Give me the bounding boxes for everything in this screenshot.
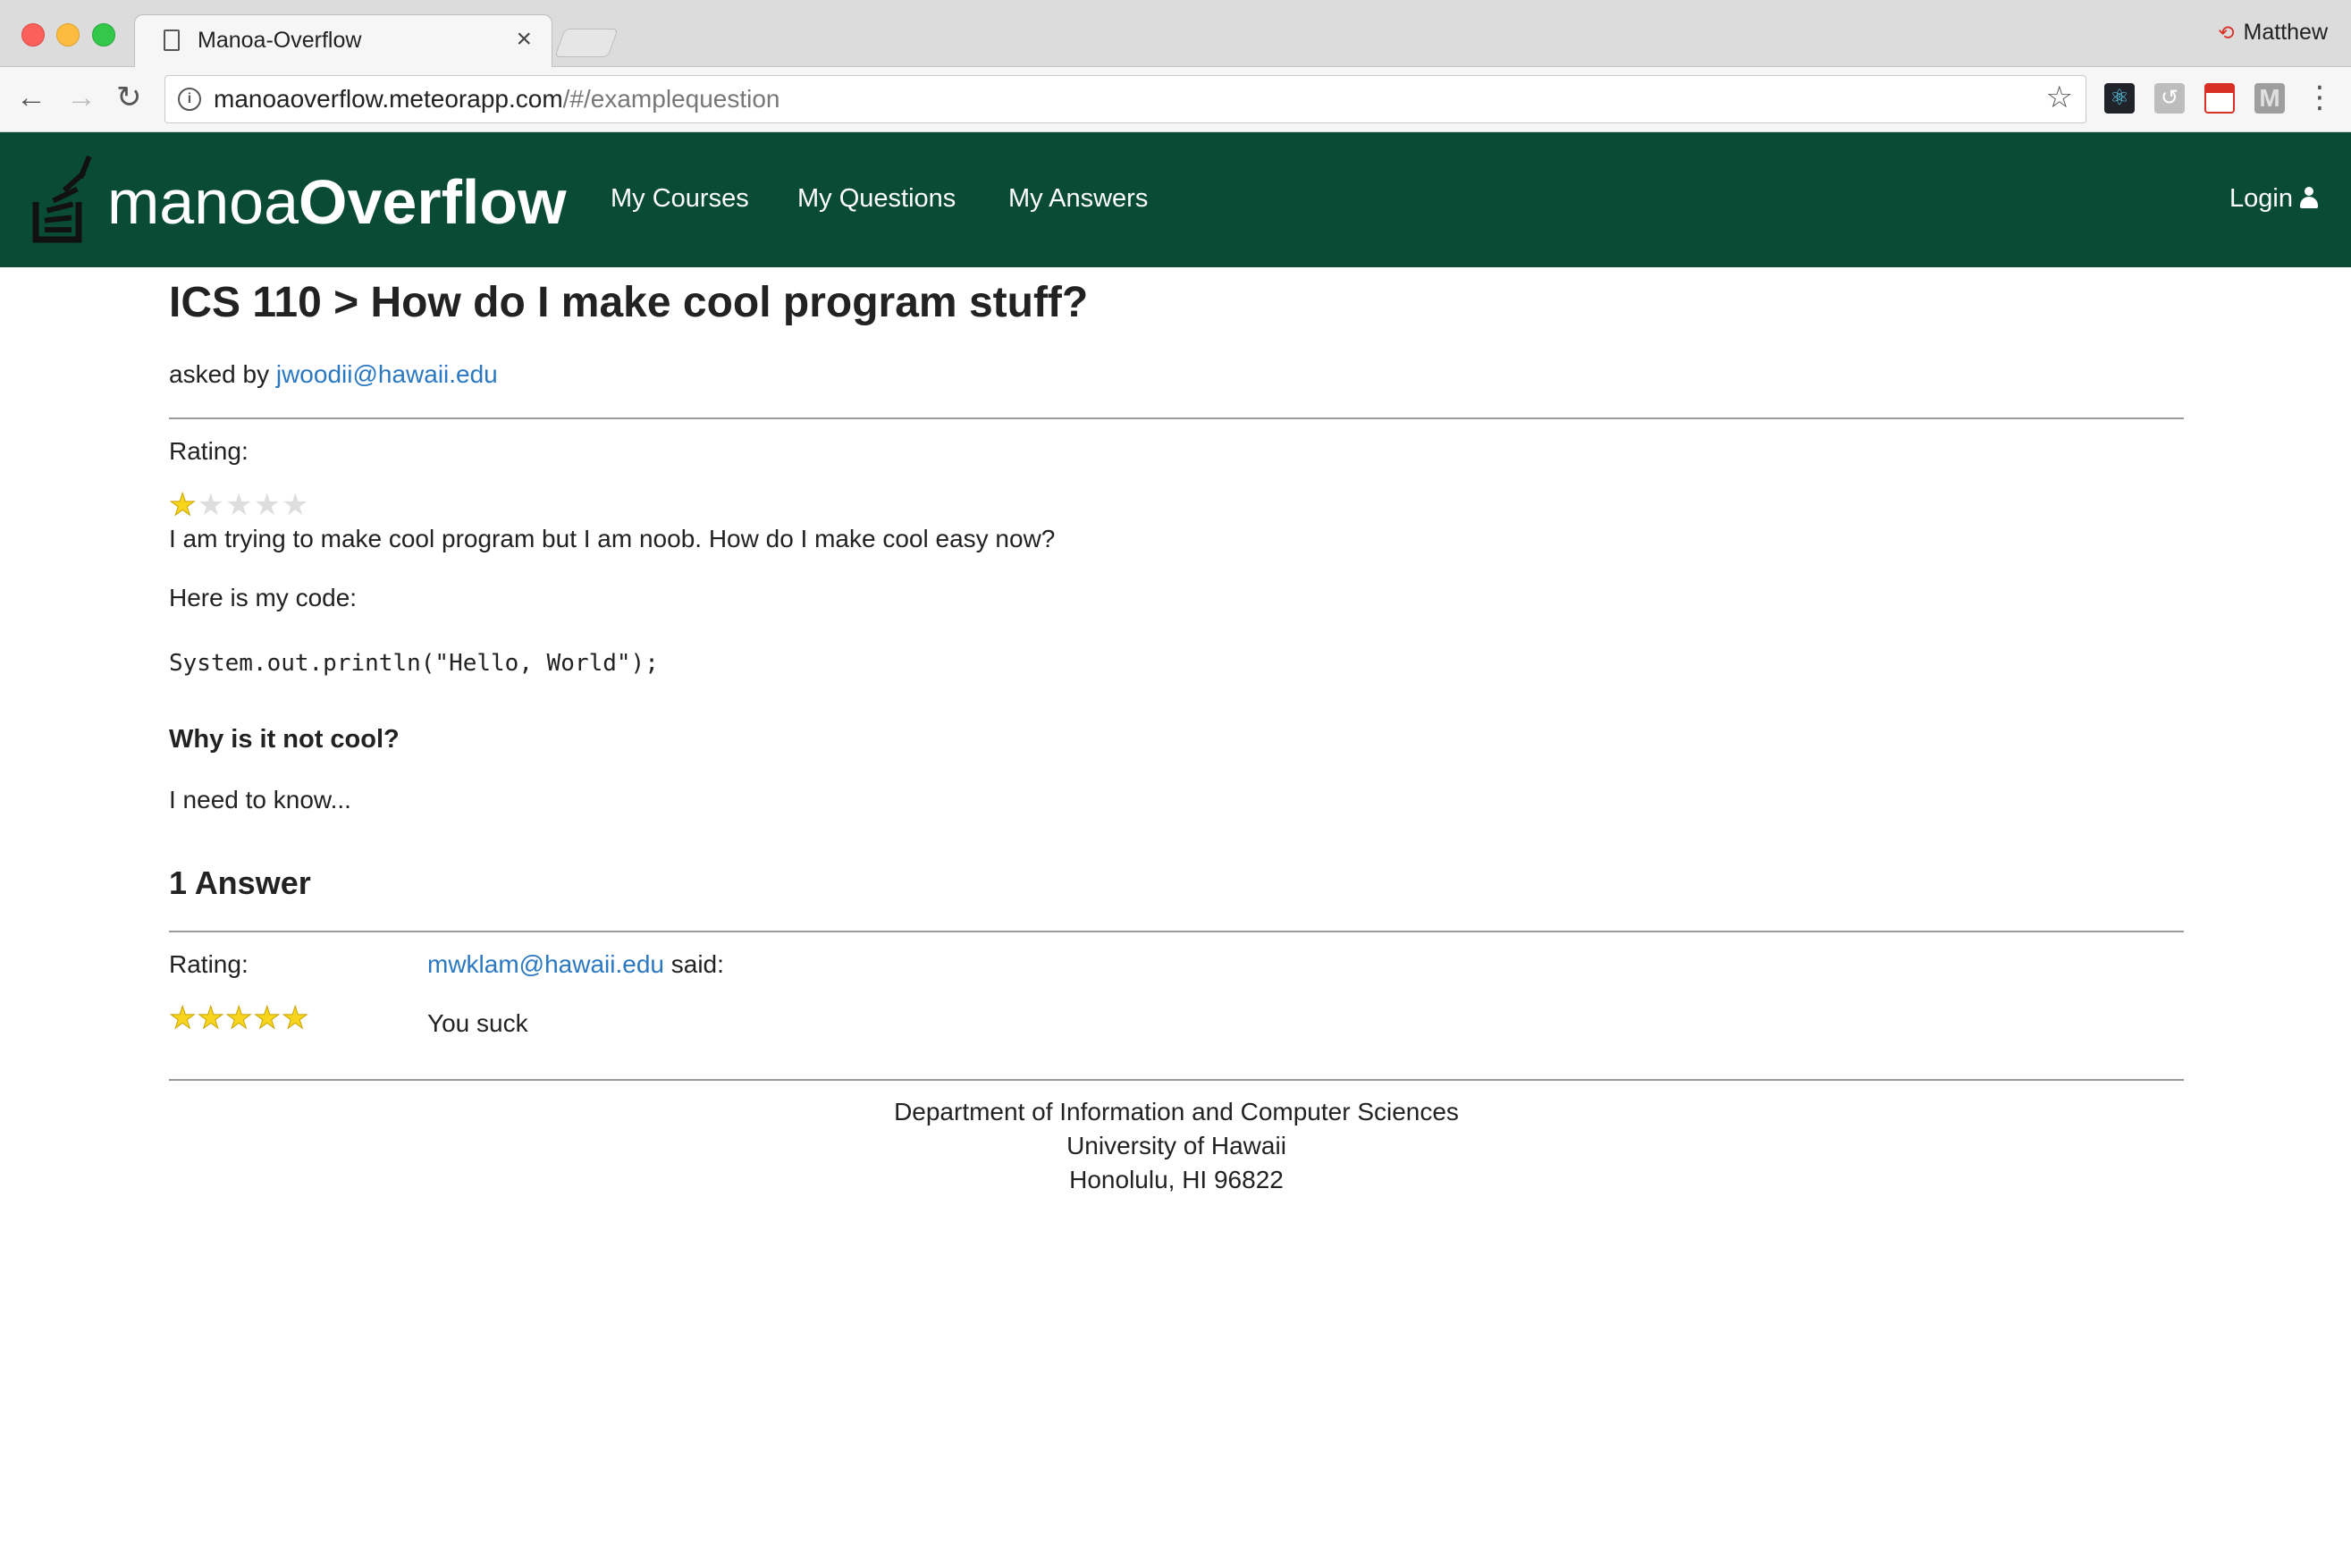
nav-my-courses[interactable]: My Courses [611,184,749,214]
forward-arrow-icon[interactable]: → [66,80,97,115]
star-empty-icon[interactable]: ★ [197,488,224,522]
nav-my-answers[interactable]: My Answers [1008,184,1148,214]
brand-light-text: manoa [107,167,299,237]
browser-tab-bar: Manoa-Overflow × ⟲ Matthew [0,0,2351,67]
site-navbar: manoaOverflow My Courses My Questions My… [0,132,2351,267]
question-body-line: I need to know... [169,786,351,814]
question-body-line: I am trying to make cool program but I a… [169,525,1056,552]
profile-button[interactable]: ⟲ Matthew [2218,20,2328,46]
divider [169,931,2184,932]
page-icon [164,30,180,51]
url-path: /#/examplequestion [562,85,780,113]
user-icon [2299,187,2318,208]
footer: Department of Information and Computer S… [169,1095,2184,1197]
answer-rating-label: Rating: [169,950,249,978]
calendar-extension-icon[interactable] [2204,83,2235,114]
brand-bold-text: Overflow [299,167,567,237]
footer-department: Department of Information and Computer S… [894,1098,1459,1125]
login-label: Login [2229,184,2293,213]
nav-my-questions[interactable]: My Questions [797,184,956,214]
browser-toolbar: ← → ↻ i manoaoverflow.meteorapp.com/#/ex… [0,67,2351,132]
url-text[interactable]: manoaoverflow.meteorapp.com/#/exampleque… [214,85,779,114]
url-host: manoaoverflow.meteorapp.com [214,85,563,113]
login-button[interactable]: Login [2229,184,2318,214]
maximize-window-button[interactable] [92,23,115,46]
extension-icon[interactable]: ↺ [2154,83,2185,114]
star-filled-icon[interactable]: ★ [168,1001,197,1036]
star-empty-icon[interactable]: ★ [225,488,253,522]
bookmark-star-icon[interactable]: ☆ [2046,80,2073,115]
asked-by-label: asked by [169,360,270,388]
sync-icon: ⟲ [2218,21,2235,44]
star-filled-icon[interactable]: ★ [281,1001,309,1036]
browser-tab[interactable]: Manoa-Overflow × [134,14,552,67]
star-filled-icon[interactable]: ★ [168,488,197,523]
new-tab-button[interactable] [554,29,619,57]
question-rating-label: Rating: [169,437,249,465]
back-arrow-icon[interactable]: ← [16,80,46,115]
stack-logo-icon[interactable] [32,154,95,243]
asked-by-line: asked by jwoodii@hawaii.edu [169,360,498,389]
question-rating-stars[interactable]: ★★★★★ [168,487,309,523]
asker-email-link[interactable]: jwoodii@hawaii.edu [276,360,498,388]
reload-icon[interactable]: ↻ [116,80,142,115]
question-body-line: Here is my code: [169,584,358,611]
star-filled-icon[interactable]: ★ [253,1001,281,1036]
answer-said-label: said: [670,950,724,978]
address-bar[interactable]: i manoaoverflow.meteorapp.com/#/exampleq… [164,75,2086,123]
react-devtools-extension-icon[interactable]: ⚛ [2104,83,2135,114]
info-icon[interactable]: i [178,88,201,111]
brand-logo-text[interactable]: manoaOverflow [107,166,567,238]
star-filled-icon[interactable]: ★ [224,1001,253,1036]
question-title: ICS 110 > How do I make cool program stu… [169,279,1089,326]
answer-rating-stars[interactable]: ★★★★★ [168,1000,309,1036]
answer-body: You suck [427,1009,528,1037]
star-empty-icon[interactable]: ★ [282,488,309,522]
m-extension-icon[interactable]: M [2254,83,2285,114]
answers-heading: 1 Answer [169,864,311,901]
star-empty-icon[interactable]: ★ [253,488,281,522]
footer-divider [169,1079,2184,1081]
tab-title: Manoa-Overflow [198,28,362,53]
answer-author-email-link[interactable]: mwklam@hawaii.edu [427,950,664,978]
star-filled-icon[interactable]: ★ [197,1001,224,1036]
footer-university: University of Hawaii [1066,1132,1286,1159]
close-window-button[interactable] [21,23,45,46]
tab-close-icon[interactable]: × [516,24,532,55]
question-subheading: Why is it not cool? [169,725,400,754]
minimize-window-button[interactable] [56,23,80,46]
footer-address: Honolulu, HI 96822 [1069,1166,1284,1193]
divider [169,417,2184,419]
answer-author-line: mwklam@hawaii.edu said: [427,950,724,979]
question-code-block: System.out.println("Hello, World"); [169,650,659,677]
browser-menu-icon[interactable]: ⋮ [2305,80,2335,115]
profile-name: Matthew [2243,20,2328,45]
